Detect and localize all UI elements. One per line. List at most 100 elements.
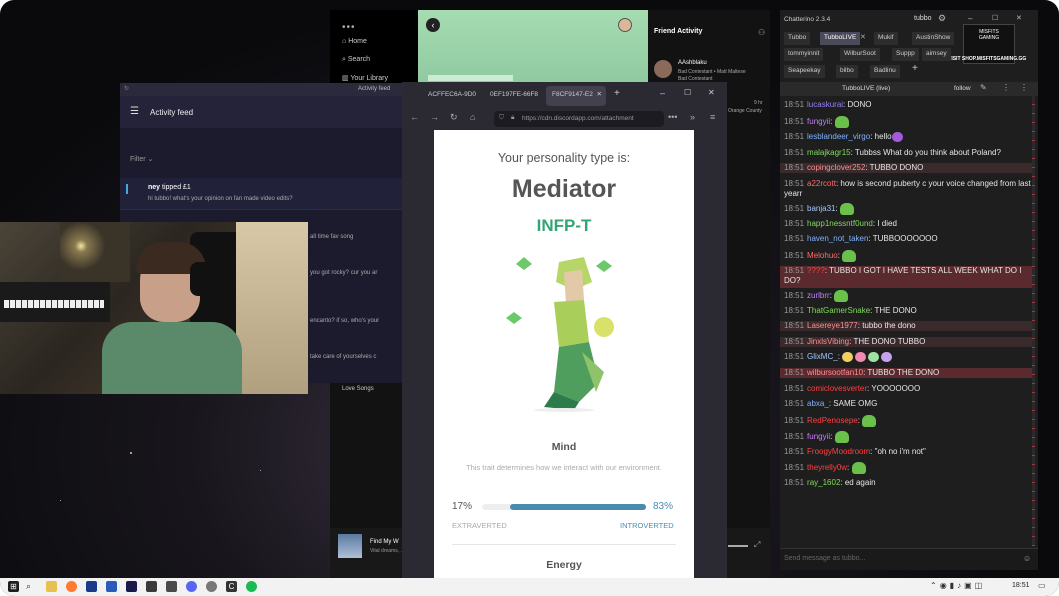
notifications-icon[interactable]: ▭ (1038, 581, 1046, 590)
chat-message[interactable]: 18:51 a22rcott: how is second puberty c y… (784, 179, 1032, 201)
browser-tab-active[interactable]: F8CF9147-E2 ✕ (546, 86, 606, 106)
system-tray-icons[interactable]: ⌃◉▮♪▣◫ (930, 581, 985, 590)
chat-message[interactable]: 18:51 GlixMC_: (784, 352, 1032, 362)
account-name[interactable]: tubbo (914, 15, 932, 22)
message-username[interactable]: lesblandeer_virgo (807, 132, 870, 141)
chat-message[interactable]: 18:51 fungyii: (784, 430, 1032, 443)
message-username[interactable]: haven_not_taken (807, 234, 868, 243)
more-icon[interactable]: ••• (668, 112, 677, 122)
add-tab-icon[interactable]: + (912, 63, 918, 74)
chat-message[interactable]: 18:51 abxa_: SAME OMG (784, 399, 1032, 409)
message-username[interactable]: lucaskurai (807, 100, 843, 109)
chat-message[interactable]: 18:51 comiclovesverter: YOOOOOOO (784, 384, 1032, 394)
chat-message[interactable]: 18:51 RedPenosepe: (784, 414, 1032, 427)
chat-message[interactable]: 18:51????: TUBBO I GOT I HAVE TESTS ALL … (780, 265, 1034, 288)
obs-icon[interactable] (166, 581, 177, 592)
chat-message[interactable]: 18:51 fungyii: (784, 115, 1032, 128)
avatar[interactable] (618, 18, 632, 32)
message-username[interactable]: FroogyMoodroom (807, 447, 870, 456)
message-username[interactable]: ???? (807, 266, 825, 275)
browser-tab[interactable]: 0EF197FE-66F8 (484, 86, 544, 106)
maximize-icon[interactable]: ☐ (992, 14, 998, 22)
message-username[interactable]: malajkagr15 (807, 148, 851, 157)
windows-start-icon[interactable]: ⊞ (8, 581, 19, 592)
reload-icon[interactable]: ↻ (124, 85, 129, 92)
feed-item[interactable]: ney tipped £1 hi tubbo! what's your opin… (120, 178, 402, 210)
channel-tab[interactable]: WilburSoot (840, 48, 880, 61)
chat-message[interactable]: 18:51 lucaskurai: DONO (784, 100, 1032, 110)
photoshop-icon[interactable] (86, 581, 97, 592)
filter-dropdown[interactable]: Filter ⌄ (130, 155, 153, 163)
channel-tab[interactable]: tommyinnit (784, 48, 824, 61)
chat-message[interactable]: 18:51 copingclover252: TUBBO DONO (780, 163, 1034, 173)
close-tab-icon[interactable]: ✕ (860, 33, 866, 41)
app-icon[interactable] (206, 581, 217, 592)
browser-tab[interactable]: ACFFEC6A-9D0 (422, 86, 482, 106)
gear-icon[interactable]: ⚙ (938, 13, 946, 24)
close-icon[interactable]: ✕ (708, 88, 715, 97)
chat-message[interactable]: 18:51 happ1nessntf0und: I died (784, 219, 1032, 229)
message-username[interactable]: wilbursootfan10 (807, 368, 863, 377)
message-username[interactable]: zurlbrr (807, 291, 830, 300)
after-effects-icon[interactable] (126, 581, 137, 592)
file-explorer-icon[interactable] (46, 581, 57, 592)
minimize-icon[interactable]: – (968, 14, 972, 23)
close-tab-icon[interactable]: ✕ (597, 90, 602, 98)
message-username[interactable]: fungyii (807, 432, 830, 441)
nav-search[interactable]: ⌕ Search (342, 56, 370, 64)
reload-icon[interactable]: ↻ (450, 112, 458, 123)
message-username[interactable]: theyrelly0w (807, 463, 847, 472)
app-icon[interactable] (146, 581, 157, 592)
channel-tab[interactable]: Mukif (874, 32, 898, 45)
message-username[interactable]: ThatGamerSnake (807, 306, 870, 315)
channel-tab-active[interactable]: TubboLIVE (820, 32, 861, 45)
message-username[interactable]: copingclover252 (807, 163, 865, 172)
follow-button[interactable]: follow (954, 85, 971, 92)
chat-message[interactable]: 18:51 ray_1602: ed again (784, 478, 1032, 488)
channel-tab[interactable]: Suppp (892, 48, 919, 61)
chat-message[interactable]: 18:51 zurlbrr: (784, 289, 1032, 302)
fullscreen-icon[interactable]: ⤢ (754, 540, 760, 550)
back-arrow-icon[interactable]: ← (410, 112, 419, 122)
message-username[interactable]: GlixMC_ (807, 352, 838, 361)
volume-slider[interactable] (728, 545, 748, 547)
new-tab-icon[interactable]: + (614, 88, 620, 99)
chatterino-icon[interactable]: C (226, 581, 237, 592)
forward-arrow-icon[interactable]: → (430, 112, 439, 122)
message-username[interactable]: happ1nessntf0und (807, 219, 873, 228)
message-username[interactable]: a22rcott (807, 179, 836, 188)
channel-tab[interactable]: Badlinu (870, 65, 900, 78)
app-icon[interactable] (106, 581, 117, 592)
menu-dots-icon[interactable]: ••• (342, 22, 356, 33)
channel-tab[interactable]: Seapeekay (784, 65, 825, 78)
minimize-icon[interactable]: – (660, 88, 665, 98)
hamburger-icon[interactable]: ☰ (130, 106, 139, 117)
channel-tab[interactable]: AustinShow (912, 32, 955, 45)
chat-message[interactable]: 18:51 Melohuo: (784, 249, 1032, 262)
chat-message[interactable]: 18:51 JinxlsVibing: THE DONO TUBBO (780, 336, 1034, 347)
message-username[interactable]: abxa_ (807, 399, 829, 408)
emote-icon[interactable]: ☺ (1023, 554, 1031, 563)
playlist-item[interactable]: Love Songs (342, 386, 374, 392)
channel-tab[interactable]: bilbo (836, 65, 858, 78)
edit-icon[interactable]: ✎ (980, 83, 987, 92)
friend-name[interactable]: AAshblaku (678, 60, 707, 66)
message-username[interactable]: ray_1602 (807, 478, 840, 487)
home-icon[interactable]: ⌂ (470, 112, 475, 122)
chat-scrollbar[interactable] (1032, 96, 1035, 546)
chat-input[interactable]: Send message as tubbo... (784, 555, 865, 562)
message-username[interactable]: Melohuo (807, 251, 838, 260)
message-username[interactable]: banja31 (807, 204, 835, 213)
channel-tab[interactable]: Tubbo (784, 32, 811, 45)
chat-message[interactable]: 18:51 ThatGamerSnake: THE DONO (784, 306, 1032, 316)
channel-tab[interactable]: aimsey (922, 48, 951, 61)
chatters-icon[interactable]: ⋮ (1020, 83, 1028, 92)
message-username[interactable]: fungyii (807, 117, 830, 126)
maximize-icon[interactable]: ☐ (684, 88, 691, 97)
message-username[interactable]: JinxlsVibing (807, 337, 849, 346)
add-friend-icon[interactable]: ⚇ (758, 28, 765, 37)
back-icon[interactable]: ‹ (426, 18, 440, 32)
close-icon[interactable]: ✕ (1016, 14, 1022, 22)
chat-message[interactable]: 18:51 wilbursootfan10: TUBBO THE DONO (780, 368, 1034, 378)
nav-library[interactable]: ▥ Your Library (342, 74, 388, 82)
